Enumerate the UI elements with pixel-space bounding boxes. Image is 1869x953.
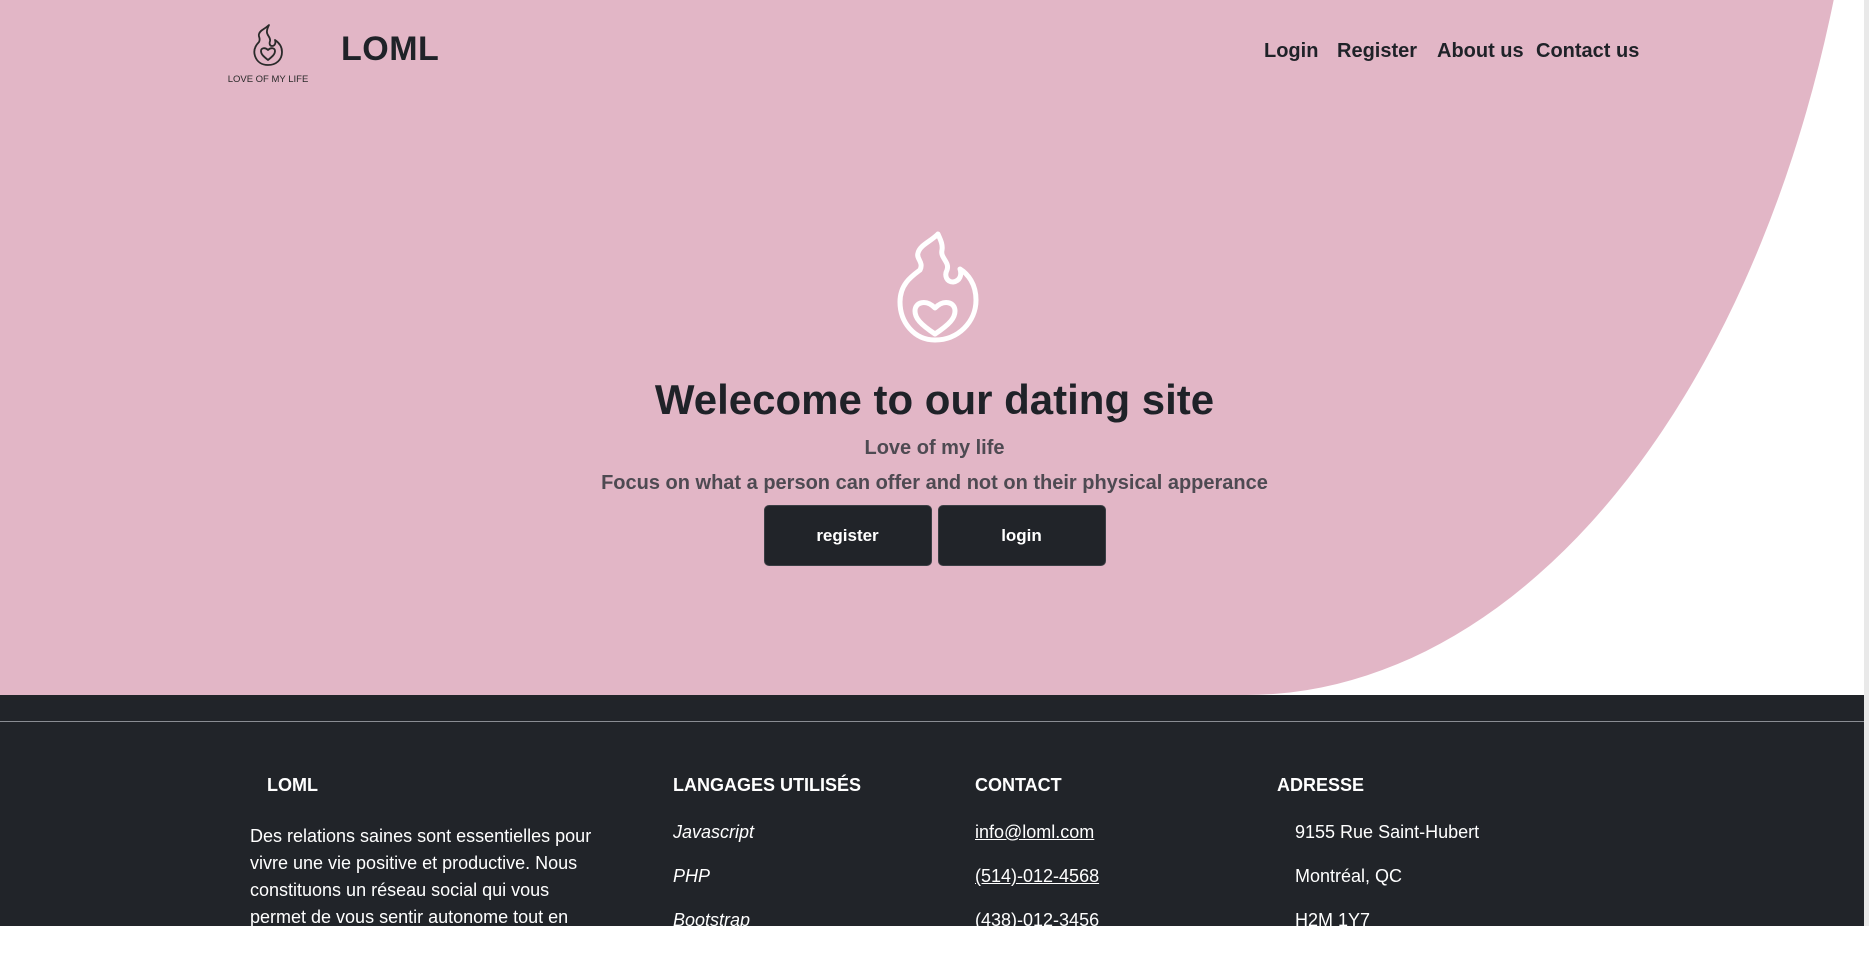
main-nav: Login Register About us Contact us xyxy=(0,40,1864,70)
nav-about-us[interactable]: About us xyxy=(1437,40,1524,63)
site-footer: LOML Des relations saines sont essentiel… xyxy=(0,695,1864,930)
register-button[interactable]: register xyxy=(763,505,932,566)
list-item: (514)-012-4568 xyxy=(975,865,1099,909)
contact-phone-link-2[interactable]: (438)-012-3456 xyxy=(975,910,1099,930)
list-item: Montréal, QC xyxy=(1295,866,1403,886)
footer-address-title: ADRESSE xyxy=(1277,775,1365,795)
nav-register[interactable]: Register xyxy=(1337,40,1417,63)
list-item: H2M 1Y7 xyxy=(1295,910,1371,930)
list-item: (438)-012-3456 xyxy=(975,909,1099,953)
footer-address-list: 9155 Rue Saint-Hubert Montréal, QC H2M 1… xyxy=(1295,821,1479,953)
hero-tagline: Focus on what a person can offer and not… xyxy=(601,472,1268,494)
footer-contact-title: CONTACT xyxy=(975,775,1062,795)
footer-languages-list: Javascript PHP Bootstrap xyxy=(673,821,754,953)
list-item: 9155 Rue Saint-Hubert xyxy=(1295,822,1480,842)
contact-phone-link-1[interactable]: (514)-012-4568 xyxy=(975,866,1099,886)
footer-about-text: Des relations saines sont essentielles p… xyxy=(250,826,592,927)
contact-email-link[interactable]: info@loml.com xyxy=(975,822,1094,842)
logo-text: LOVE OF MY LIFE xyxy=(228,74,309,85)
hero-title: Welecome to our dating site xyxy=(654,376,1215,423)
login-button[interactable]: login xyxy=(937,505,1106,566)
footer-languages-title: LANGAGES UTILISÉS xyxy=(673,775,862,795)
footer-divider xyxy=(0,721,1864,722)
list-item: Javascript xyxy=(673,822,755,842)
scrollbar[interactable] xyxy=(1864,0,1869,926)
hero-buttons: register login xyxy=(0,505,1864,566)
flame-heart-icon xyxy=(897,231,978,343)
nav-contact-us[interactable]: Contact us xyxy=(1536,40,1639,63)
heart-outline xyxy=(912,300,957,337)
flame-outline xyxy=(897,231,978,343)
footer-contact-list: info@loml.com (514)-012-4568 (438)-012-3… xyxy=(975,821,1099,953)
list-item: Bootstrap xyxy=(673,910,751,930)
hero-content: Welecome to our dating site Love of my l… xyxy=(0,228,1864,566)
nav-login[interactable]: Login xyxy=(1264,40,1318,63)
list-item: PHP xyxy=(673,866,711,886)
footer-about-title: LOML xyxy=(267,775,318,795)
hero-section: LOVE OF MY LIFE LOML Login Register Abou… xyxy=(0,0,1864,695)
hero-subtitle: Love of my life xyxy=(864,437,1005,459)
list-item: info@loml.com xyxy=(975,821,1099,865)
